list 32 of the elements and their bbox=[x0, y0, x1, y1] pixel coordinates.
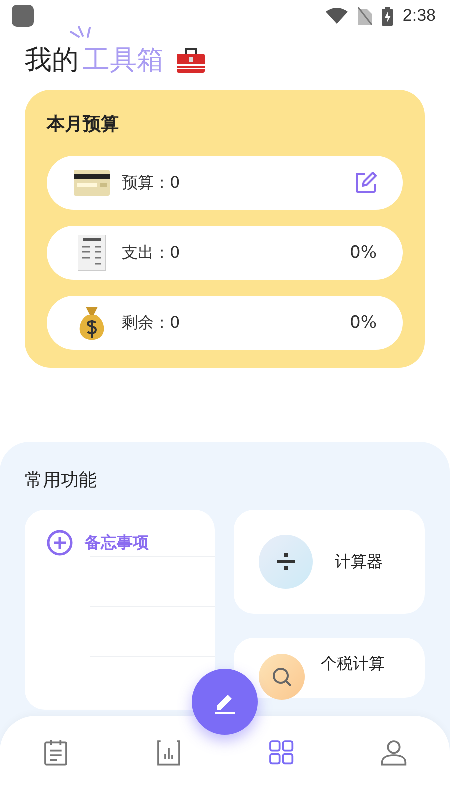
memo-card[interactable]: 备忘事项 bbox=[25, 510, 215, 710]
divide-icon bbox=[277, 552, 295, 572]
budget-label: 支出：0 bbox=[122, 242, 182, 264]
wifi-icon bbox=[326, 8, 348, 24]
chart-tab[interactable] bbox=[154, 738, 183, 766]
receipt-icon bbox=[78, 235, 106, 271]
notes-tab[interactable] bbox=[42, 738, 70, 766]
tool-card[interactable]: 个税计算 bbox=[234, 638, 425, 698]
budget-label: 剩余：0 bbox=[122, 312, 182, 334]
edit-icon[interactable] bbox=[355, 172, 377, 194]
profile-tab[interactable] bbox=[380, 738, 408, 766]
tool-card[interactable]: 计算器 bbox=[234, 510, 425, 614]
budget-title: 本月预算 bbox=[47, 113, 120, 136]
section-title: 常用功能 bbox=[25, 469, 98, 492]
apps-tab[interactable] bbox=[267, 738, 296, 766]
no-sim-icon bbox=[358, 7, 372, 25]
magnifier-icon bbox=[272, 667, 292, 687]
battery-charging-icon bbox=[382, 6, 393, 26]
tool-label: 计算器 bbox=[335, 552, 383, 572]
credit-card-icon bbox=[74, 170, 110, 196]
page-title: 我的 bbox=[25, 44, 79, 78]
money-bag-icon bbox=[77, 305, 107, 341]
tool-label: 个税计算 bbox=[321, 654, 385, 675]
clock-time: 2:38 bbox=[402, 6, 436, 26]
toolbox-icon bbox=[176, 46, 206, 74]
add-icon[interactable] bbox=[47, 530, 73, 556]
app-notification-icon bbox=[12, 5, 34, 27]
percent-value: 0% bbox=[350, 243, 377, 263]
memo-title: 备忘事项 bbox=[85, 532, 149, 554]
percent-value: 0% bbox=[350, 313, 377, 333]
budget-label: 预算：0 bbox=[122, 172, 182, 194]
page-title-highlight: 工具箱 bbox=[83, 44, 164, 78]
